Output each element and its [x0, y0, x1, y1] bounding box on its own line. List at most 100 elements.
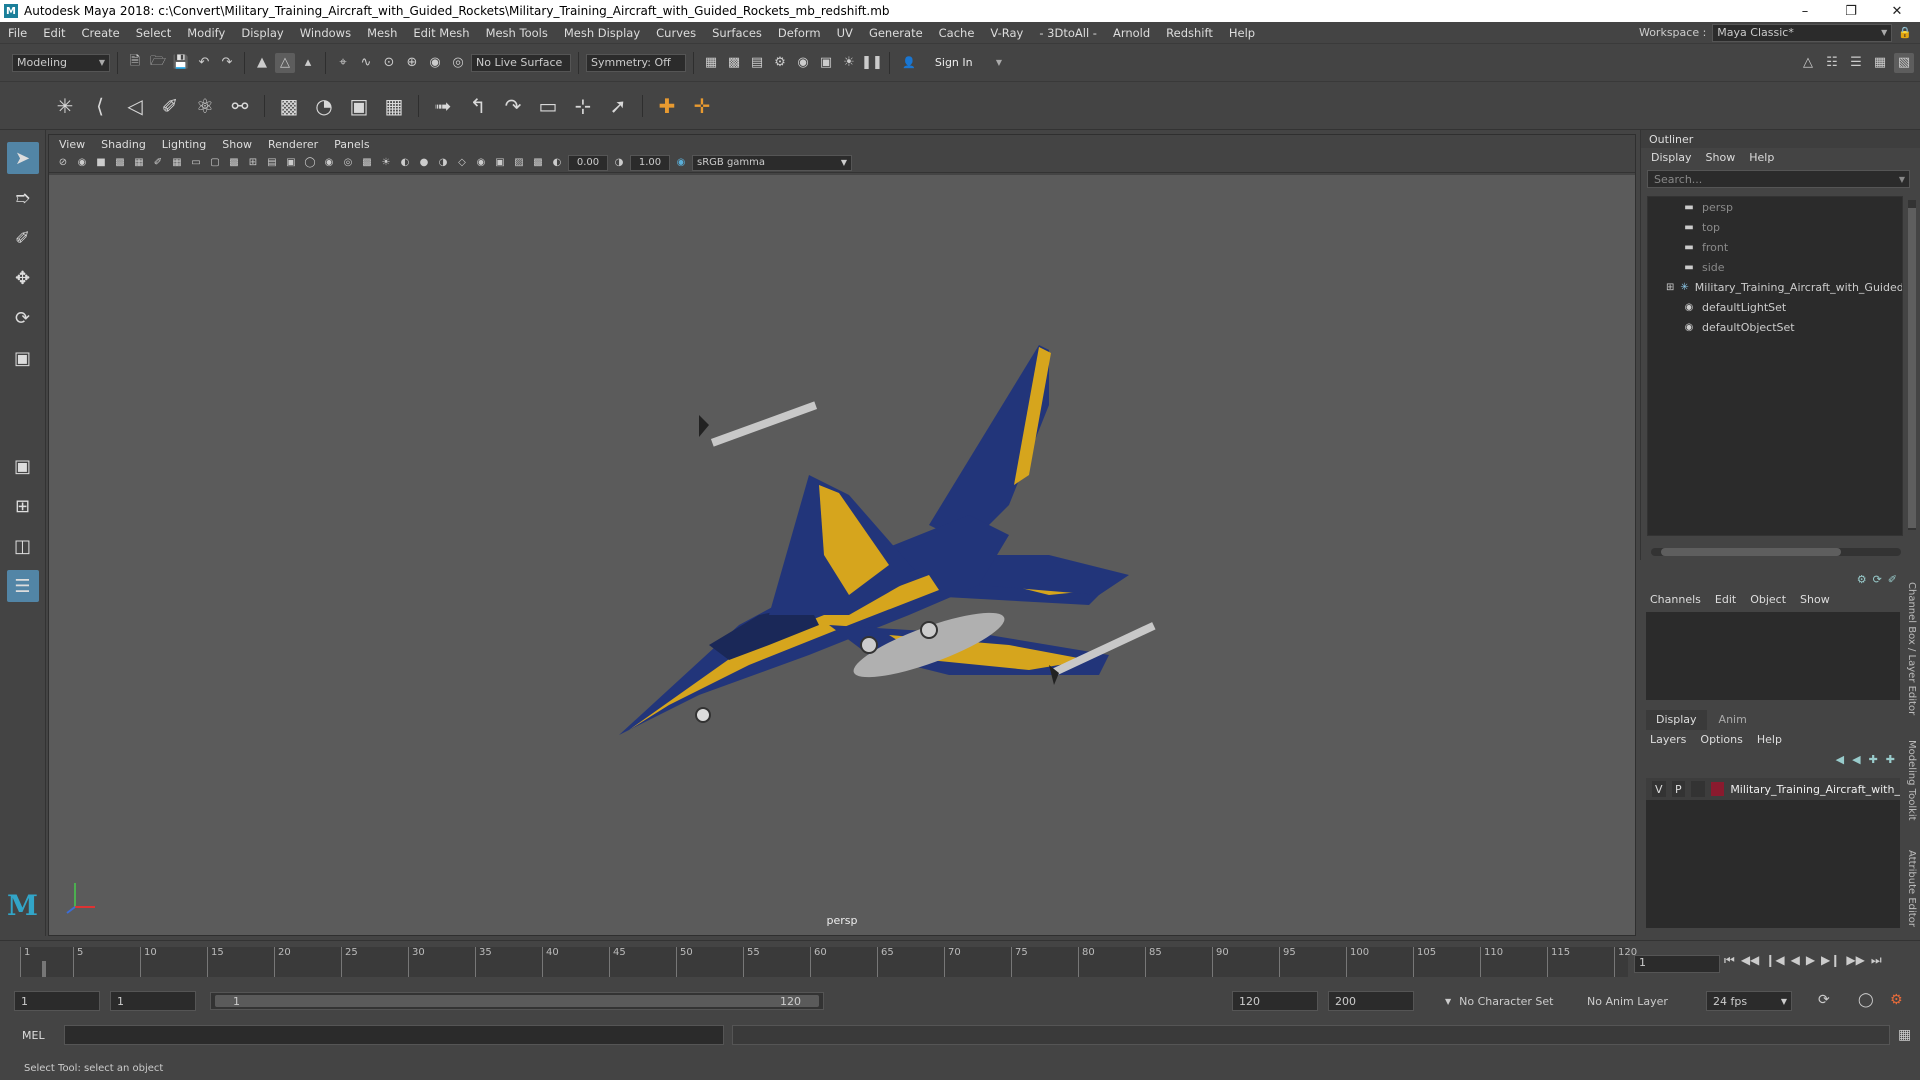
menu-display[interactable]: Display — [233, 26, 291, 40]
render-view-icon[interactable]: ▦ — [701, 53, 721, 73]
layer-menu-help[interactable]: Help — [1757, 733, 1782, 746]
select-object-icon[interactable]: △ — [275, 52, 295, 73]
menu-cache[interactable]: Cache — [931, 26, 983, 40]
smooth-shade-icon[interactable]: ◉ — [321, 155, 337, 171]
quick-rig-icon[interactable]: ⚛ — [190, 91, 220, 121]
grid-icon[interactable]: ▦ — [169, 155, 185, 171]
cb-menu-channels[interactable]: Channels — [1650, 593, 1701, 606]
layer-editor-icon[interactable]: ▧ — [1894, 52, 1914, 73]
snap-view-icon[interactable]: ⊕ — [402, 53, 422, 73]
prune-weights-icon[interactable]: ▭ — [533, 91, 563, 121]
mel-input[interactable] — [64, 1025, 724, 1045]
image-plane-icon[interactable]: ▩ — [112, 155, 128, 171]
expand-icon[interactable]: ⊞ — [1666, 281, 1674, 293]
render-settings-icon[interactable]: ⚙ — [770, 53, 790, 73]
character-set-dropdown[interactable]: ▼ No Character Set — [1438, 991, 1556, 1011]
layer-visibility-toggle[interactable]: V — [1652, 781, 1666, 797]
anti-aliasing-icon[interactable]: ◇ — [454, 155, 470, 171]
open-scene-icon[interactable]: 🗁 — [148, 53, 168, 73]
range-fill[interactable] — [215, 995, 819, 1007]
isolate-select-icon[interactable]: ▣ — [492, 155, 508, 171]
anim-layer-dropdown[interactable]: No Anim Layer — [1580, 991, 1690, 1011]
mel-label[interactable]: MEL — [22, 1029, 56, 1042]
menu-edit[interactable]: Edit — [35, 26, 73, 40]
bind-skin-icon[interactable]: ▩ — [274, 91, 304, 121]
loop-icon[interactable]: ⟳ — [1818, 992, 1830, 1008]
ik-handle-icon[interactable]: ⟨ — [85, 91, 115, 121]
mirror-skin-icon[interactable]: ↰ — [463, 91, 493, 121]
channel-box-lock-icon[interactable]: ⚙ — [1857, 573, 1867, 586]
lattice-icon[interactable]: ▣ — [344, 91, 374, 121]
parent-constraint-icon[interactable]: ✛ — [687, 91, 717, 121]
3d-scene-view[interactable]: persp — [49, 175, 1635, 935]
outliner-horizontal-scrollbar[interactable] — [1651, 548, 1901, 556]
move-layer-down-icon[interactable]: ◀ — [1852, 753, 1860, 766]
live-surface-field[interactable]: No Live Surface — [471, 53, 571, 72]
current-frame-marker[interactable] — [42, 961, 46, 977]
snap-grid-icon[interactable]: ⌖ — [333, 53, 353, 73]
rotate-tool-icon[interactable]: ⟳ — [7, 302, 39, 334]
play-backward-icon[interactable]: ◀ — [1791, 953, 1800, 968]
two-view-layout-icon[interactable]: ◫ — [7, 530, 39, 562]
safe-action-icon[interactable]: ▤ — [264, 155, 280, 171]
2d-pan-icon[interactable]: ▦ — [131, 155, 147, 171]
layer-menu-layers[interactable]: Layers — [1650, 733, 1686, 746]
outliner-item-defaultlightset[interactable]: ◉ defaultLightSet — [1648, 297, 1902, 317]
select-component-icon[interactable]: ▴ — [298, 53, 318, 73]
go-to-end-icon[interactable]: ⏭ — [1871, 953, 1882, 968]
modeling-toolkit-icon[interactable]: △ — [1798, 53, 1818, 73]
color-space-dropdown[interactable]: sRGB gamma ▼ — [692, 154, 852, 171]
paint-select-icon[interactable]: ✐ — [7, 222, 39, 254]
save-scene-icon[interactable]: 💾 — [171, 53, 191, 73]
lasso-tool-icon[interactable]: ➱ — [7, 182, 39, 214]
locator-icon[interactable]: ✚ — [652, 91, 682, 121]
outliner-menu-display[interactable]: Display — [1651, 151, 1692, 164]
cb-menu-object[interactable]: Object — [1750, 593, 1786, 606]
outliner-menu-show[interactable]: Show — [1706, 151, 1736, 164]
side-tab-channel-box[interactable]: Channel Box / Layer Editor — [1906, 582, 1917, 715]
cb-menu-show[interactable]: Show — [1800, 593, 1830, 606]
outliner-search-input[interactable]: Search... ▼ — [1647, 170, 1910, 188]
menu-surfaces[interactable]: Surfaces — [704, 26, 770, 40]
curve-tool-icon[interactable]: ✐ — [155, 91, 185, 121]
start-time-field[interactable]: 1 — [14, 991, 100, 1011]
aircraft-model[interactable] — [49, 175, 1635, 935]
symmetry-dropdown[interactable]: Symmetry: Off — [586, 53, 686, 72]
exposure-icon[interactable]: ◐ — [549, 155, 565, 171]
step-back-frame-icon[interactable]: ❙◀ — [1765, 953, 1784, 968]
lock-icon[interactable]: 🔒 — [1898, 26, 1912, 39]
menu-mesh-tools[interactable]: Mesh Tools — [478, 26, 556, 40]
shadows-icon[interactable]: ◐ — [397, 155, 413, 171]
field-chart-icon[interactable]: ⊞ — [245, 155, 261, 171]
menu-deform[interactable]: Deform — [770, 26, 829, 40]
menu-help[interactable]: Help — [1221, 26, 1263, 40]
channel-box-icon[interactable]: ▦ — [1870, 53, 1890, 73]
four-view-layout-icon[interactable]: ⊞ — [7, 490, 39, 522]
restore-icon[interactable]: ❐ — [1828, 4, 1874, 19]
auto-key-icon[interactable]: ◯ — [1858, 992, 1874, 1008]
channel-box-edit-icon[interactable]: ✐ — [1888, 573, 1897, 586]
film-gate-icon[interactable]: ▭ — [188, 155, 204, 171]
move-layer-up-icon[interactable]: ◀ — [1836, 753, 1844, 766]
close-icon[interactable]: ✕ — [1874, 4, 1920, 19]
undo-icon[interactable]: ↶ — [194, 53, 214, 73]
layer-menu-options[interactable]: Options — [1700, 733, 1742, 746]
menu-3dtoall[interactable]: - 3DtoAll - — [1031, 26, 1105, 40]
menu-uv[interactable]: UV — [829, 26, 861, 40]
copy-skin-icon[interactable]: ↷ — [498, 91, 528, 121]
new-layer-icon[interactable]: ✚ — [1869, 753, 1878, 766]
wireframe-icon[interactable]: ◯ — [302, 155, 318, 171]
pause-icon[interactable]: ❚❚ — [861, 53, 883, 73]
step-forward-frame-icon[interactable]: ▶❙ — [1821, 953, 1840, 968]
outliner-item-side[interactable]: ▬ side — [1648, 257, 1902, 277]
snap-curve-icon[interactable]: ∿ — [356, 53, 376, 73]
side-tab-attribute-editor[interactable]: Attribute Editor — [1906, 850, 1917, 927]
exposure-field[interactable]: 0.00 — [568, 154, 608, 171]
animation-start-field[interactable]: 1 — [110, 991, 196, 1011]
ipr-render-icon[interactable]: ▤ — [747, 53, 767, 73]
vp-menu-show[interactable]: Show — [222, 138, 252, 151]
side-tab-modeling-toolkit[interactable]: Modeling Toolkit — [1906, 740, 1917, 821]
render-setup-icon[interactable]: ▣ — [816, 53, 836, 73]
wireframe-on-shaded-icon[interactable]: ◎ — [340, 155, 356, 171]
menu-arnold[interactable]: Arnold — [1105, 26, 1158, 40]
